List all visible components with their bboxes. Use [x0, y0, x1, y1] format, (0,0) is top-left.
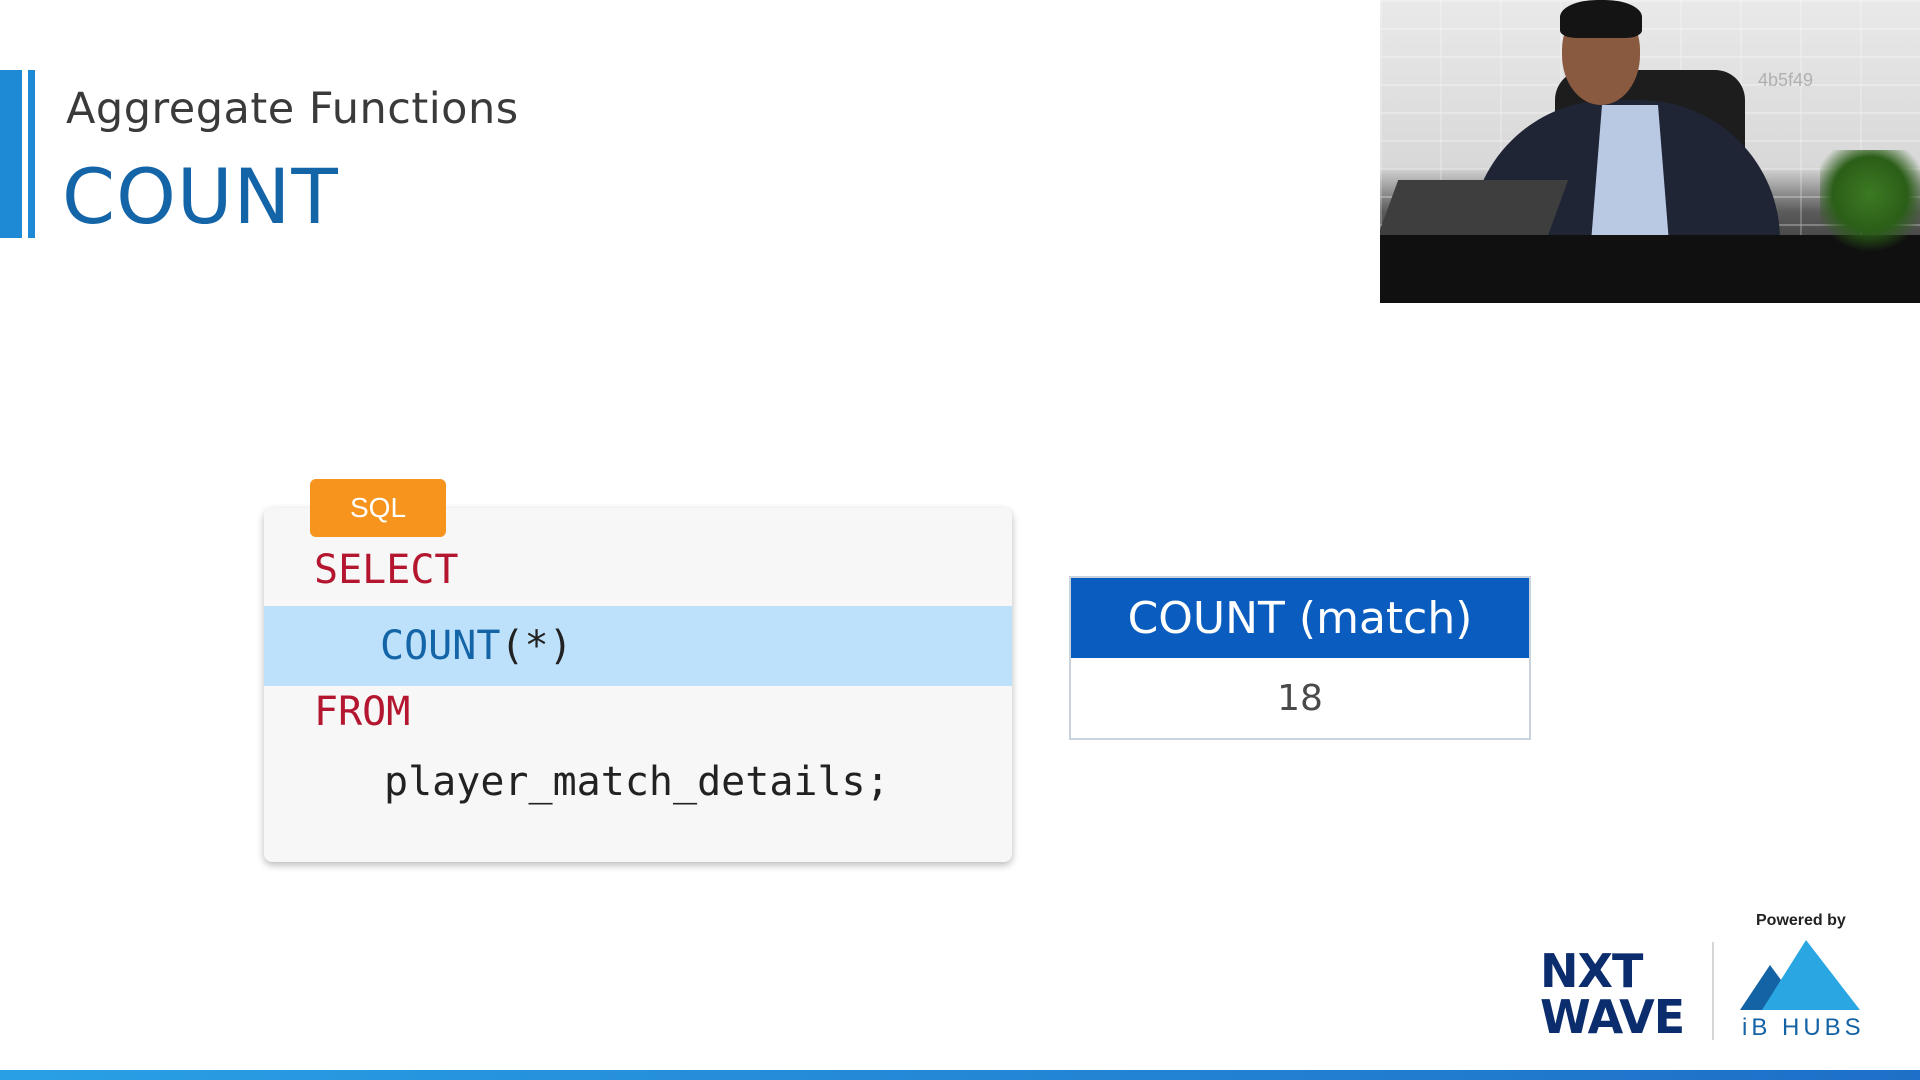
- ib-hubs-mountain-icon: [1740, 940, 1860, 1010]
- bottom-accent-bar: [0, 1070, 1920, 1080]
- result-table-header: COUNT (match): [1071, 578, 1529, 658]
- powered-by-label: Powered by: [1756, 912, 1846, 929]
- code-line: SELECT: [264, 530, 1012, 610]
- plant: [1820, 150, 1920, 260]
- slide-title: COUNT: [62, 152, 339, 241]
- title-accent-bar: [0, 70, 22, 238]
- sql-language-tag: SQL: [310, 479, 446, 537]
- title-accent-bar-thin: [28, 70, 35, 238]
- presenter-shirt: [1590, 105, 1670, 255]
- nxtwave-logo-bottom: WAVE: [1540, 990, 1685, 1044]
- table-name: player_match_details;: [384, 759, 890, 805]
- ib-hubs-logo-text: iB HUBS: [1742, 1014, 1865, 1041]
- presenter-hair: [1560, 0, 1642, 38]
- logo-divider: [1712, 942, 1714, 1040]
- keyword-select: SELECT: [314, 547, 459, 593]
- code-block: SELECT COUNT (*) FROM player_match_detail…: [264, 508, 1012, 862]
- slide-subtitle: Aggregate Functions: [66, 84, 519, 134]
- presenter-video: 4b5f49: [1380, 0, 1920, 303]
- result-table-cell: 18: [1277, 677, 1323, 719]
- keyword-from: FROM: [314, 689, 411, 735]
- result-table: COUNT (match) 18: [1069, 576, 1531, 740]
- video-watermark: 4b5f49: [1758, 70, 1814, 90]
- count-args: (*): [500, 623, 573, 669]
- keyword-count: COUNT: [380, 623, 501, 669]
- code-line: FROM: [264, 672, 1012, 752]
- code-line: player_match_details;: [264, 742, 1012, 822]
